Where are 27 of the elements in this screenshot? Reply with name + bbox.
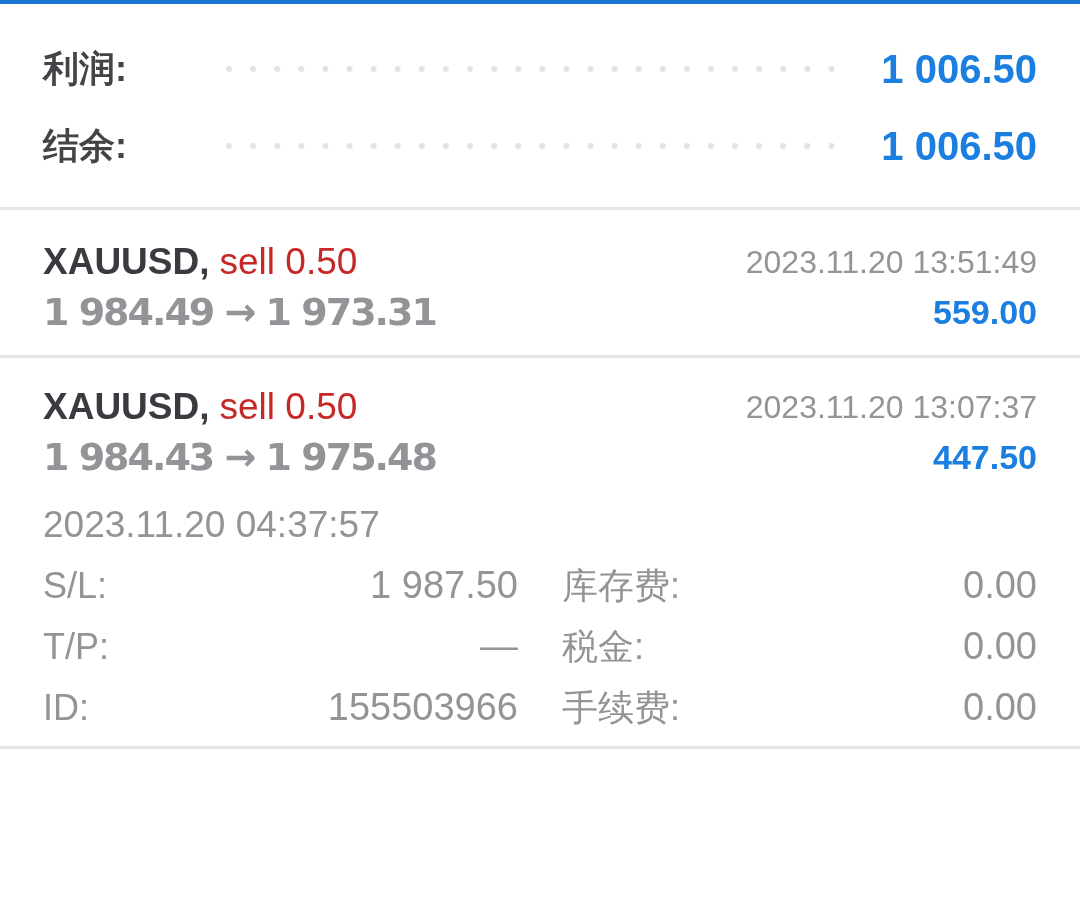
detail-value: 155503966 [327, 685, 518, 730]
summary-value: 1 006.50 [881, 122, 1037, 170]
summary-label: 结余: [43, 123, 127, 168]
summary-value: 1 006.50 [881, 45, 1037, 93]
profit-value: 559.00 [933, 291, 1037, 333]
symbol-text: XAUUSD, [43, 385, 210, 430]
detail-label: 库存费: [562, 563, 680, 608]
detail-value: 0.00 [963, 624, 1037, 669]
summary-label: 利润: [43, 46, 127, 91]
detail-label: S/L: [43, 563, 108, 608]
close-time: 2023.11.20 13:07:37 [745, 388, 1037, 427]
detail-value: 1 987.50 [370, 563, 518, 608]
price-change-text: 1 984.43 → 1 975.48 [43, 433, 436, 481]
detail-label: T/P: [43, 624, 109, 669]
detail-value: — [480, 624, 518, 669]
price-change-text: 1 984.49 → 1 973.31 [43, 288, 436, 336]
order-text: sell 0.50 [219, 240, 358, 285]
detail-value: 0.00 [963, 685, 1037, 730]
symbol-text: XAUUSD, [43, 240, 210, 285]
open-time: 2023.11.20 04:37:57 [43, 503, 380, 548]
detail-value: 0.00 [963, 563, 1037, 608]
close-time: 2023.11.20 13:51:49 [745, 243, 1037, 282]
detail-label: 手续费: [562, 685, 680, 730]
detail-label: ID: [43, 685, 89, 730]
detail-label: 税金: [562, 624, 644, 669]
order-text: sell 0.50 [219, 385, 358, 430]
profit-value: 447.50 [933, 436, 1037, 478]
